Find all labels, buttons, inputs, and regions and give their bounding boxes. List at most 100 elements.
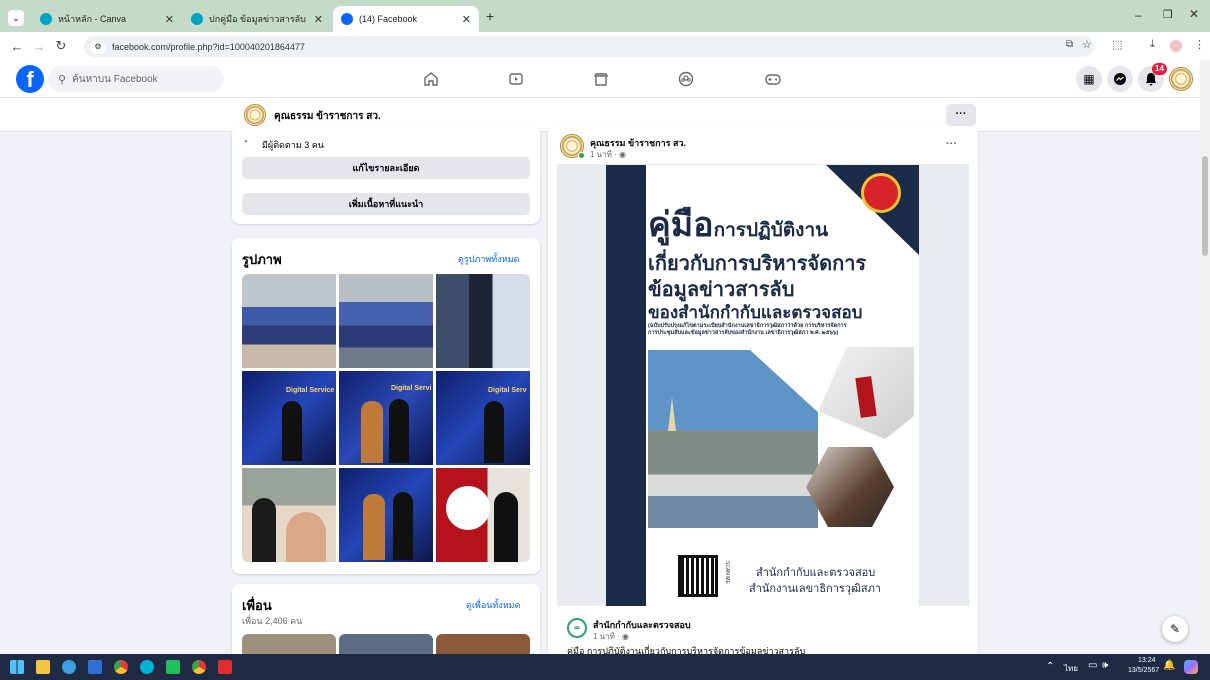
post-time: 1 นาที ·: [590, 150, 620, 159]
restore-icon[interactable]: ❐: [1163, 8, 1173, 21]
menu-grid-icon[interactable]: ▦: [1076, 66, 1102, 92]
person-silhouette: [363, 494, 385, 560]
clock-date[interactable]: 13/5/2567: [1128, 667, 1159, 674]
chrome-icon[interactable]: [114, 660, 128, 674]
close-tab-icon[interactable]: ✕: [462, 13, 471, 26]
line-app-icon[interactable]: [166, 660, 180, 674]
profile-avatar[interactable]: [244, 104, 266, 126]
facebook-search-input[interactable]: ⚲ ค้นหาบน Facebook: [48, 66, 224, 92]
shared-timestamp[interactable]: 1 นาที · ◉: [593, 630, 629, 643]
address-bar[interactable]: ⚙ facebook.com/profile.php?id=1000402018…: [84, 36, 1094, 57]
notification-center-icon[interactable]: 🔔: [1163, 660, 1175, 671]
marketplace-nav-icon[interactable]: [590, 68, 612, 90]
tab-list-dropdown-button[interactable]: ⌄: [8, 10, 24, 26]
profile-name[interactable]: คุณธรรม ข้าราชการ สว.: [274, 109, 381, 124]
add-featured-button[interactable]: เพิ่มเนื้อหาที่แนะนำ: [242, 193, 530, 215]
intro-card: ◔ มีผู้ติดตาม 3 คน แก้ไขรายละเอียด เพิ่ม…: [232, 126, 540, 224]
photo-tile[interactable]: Digital Serv: [436, 371, 530, 465]
chrome-profile-icon[interactable]: [192, 660, 206, 674]
site-info-icon[interactable]: ⚙: [90, 39, 106, 54]
photo-tile-text: Digital Serv: [488, 387, 527, 394]
rss-icon: ◔: [242, 137, 249, 148]
search-placeholder: ค้นหาบน Facebook: [72, 73, 158, 85]
photo-tile[interactable]: [436, 274, 530, 368]
messenger-icon[interactable]: [1107, 66, 1133, 92]
see-all-friends-link[interactable]: ดูเพื่อนทั้งหมด: [466, 598, 520, 612]
friends-count: เพื่อน 2,406 คน: [242, 616, 303, 626]
home-nav-icon[interactable]: [420, 68, 442, 90]
clock-time[interactable]: 13:24: [1138, 657, 1156, 664]
bookmark-star-icon[interactable]: ☆: [1082, 38, 1092, 51]
canva-taskbar-icon[interactable]: [140, 660, 154, 674]
photo-tile[interactable]: [242, 468, 336, 562]
search-icon: ⚲: [58, 73, 67, 86]
language-indicator[interactable]: ไทย: [1064, 662, 1078, 675]
browser-menu-icon[interactable]: ⋮: [1194, 38, 1205, 51]
friends-card: เพื่อน เพื่อน 2,406 คน ดูเพื่อนทั้งหมด: [232, 584, 540, 664]
tray-chevron-icon[interactable]: ⌃: [1046, 661, 1054, 672]
close-window-icon[interactable]: ✕: [1189, 7, 1199, 21]
photo-tile[interactable]: [339, 468, 433, 562]
new-tab-plus-icon[interactable]: +: [486, 8, 494, 24]
account-avatar[interactable]: [1169, 67, 1193, 91]
tab-docs[interactable]: ปกคู่มือ ข้อมูลข่าวสารลับ - เอกสาร ✕: [183, 6, 331, 32]
back-arrow-icon[interactable]: ←: [6, 39, 28, 54]
notification-badge: 14: [1152, 63, 1167, 75]
tab-canva[interactable]: หน้าหลัก - Canva ✕: [32, 6, 182, 32]
new-message-button[interactable]: ✎: [1162, 616, 1188, 642]
poster-building-photo: [648, 350, 818, 528]
post-image[interactable]: คู่มือการปฏิบัติงาน เกี่ยวกับการบริหารจั…: [557, 164, 969, 606]
edge-icon[interactable]: [62, 660, 76, 674]
groups-nav-icon[interactable]: [675, 68, 697, 90]
close-tab-icon[interactable]: ✕: [314, 13, 323, 26]
shared-time: 1 นาที ·: [593, 632, 623, 641]
edit-details-button[interactable]: แก้ไขรายละเอียด: [242, 157, 530, 179]
browser-tab-strip: ⌄ หน้าหลัก - Canva ✕ ปกคู่มือ ข้อมูลข่าว…: [0, 0, 1210, 34]
photo-tile[interactable]: [436, 468, 530, 562]
globe-icon: ◉: [622, 632, 629, 641]
photo-tile[interactable]: Digital Service: [242, 371, 336, 465]
pdf-app-icon[interactable]: [218, 660, 232, 674]
shared-page-avatar-icon[interactable]: ∞: [567, 618, 587, 638]
page-scrollbar-thumb[interactable]: [1202, 156, 1208, 256]
photos-card: รูปภาพ ดูรูปภาพทั้งหมด Digital Service D…: [232, 238, 540, 574]
person-silhouette: [393, 492, 413, 560]
post-options-button[interactable]: ···: [946, 138, 957, 150]
post-timestamp[interactable]: 1 นาที · ◉: [590, 148, 626, 161]
online-status-dot: [578, 152, 585, 159]
photo-tile[interactable]: Digital Servi: [339, 371, 433, 465]
photo-tile[interactable]: [339, 274, 433, 368]
volume-icon[interactable]: 🕪: [1102, 660, 1108, 671]
copilot-icon[interactable]: [1184, 660, 1198, 674]
video-nav-icon[interactable]: [505, 68, 527, 90]
profile-avatar-icon[interactable]: [1170, 40, 1182, 52]
facebook-logo-icon[interactable]: f: [16, 65, 44, 93]
minimize-icon[interactable]: –: [1135, 8, 1142, 22]
poster-small-print: (ฉบับปรับปรุงแก้ไขตามระเบียบสำนักงานเลขา…: [648, 323, 847, 336]
notes-app-icon[interactable]: [88, 660, 102, 674]
reload-icon[interactable]: ↻: [50, 38, 72, 54]
tab-title: ปกคู่มือ ข้อมูลข่าวสารลับ - เอกสาร: [209, 14, 308, 24]
photo-tile[interactable]: [242, 274, 336, 368]
poster-title-rest: การปฏิบัติงาน: [713, 220, 829, 241]
person-silhouette: [494, 492, 518, 562]
qr-code-icon: [678, 555, 718, 597]
translate-icon[interactable]: ⧉: [1066, 39, 1073, 50]
facebook-favicon-icon: [341, 13, 353, 25]
windows-start-icon[interactable]: [10, 660, 24, 674]
tab-title: (14) Facebook: [359, 14, 418, 24]
download-icon[interactable]: ⤓: [1150, 38, 1155, 51]
see-all-photos-link[interactable]: ดูรูปภาพทั้งหมด: [458, 252, 519, 266]
page-scrollbar[interactable]: [1200, 60, 1210, 654]
person-face: [286, 512, 326, 562]
extensions-icon[interactable]: ⬚: [1112, 38, 1122, 51]
poster-title-line4: ของสำนักกำกับและตรวจสอบ: [648, 303, 863, 322]
more-options-button[interactable]: ···: [946, 104, 976, 126]
close-tab-icon[interactable]: ✕: [165, 13, 174, 26]
tab-facebook[interactable]: (14) Facebook ✕: [333, 6, 479, 32]
poster-navy-band: [606, 165, 646, 606]
network-icon[interactable]: ▭: [1088, 660, 1097, 671]
file-explorer-icon[interactable]: [36, 660, 50, 674]
forward-arrow-icon[interactable]: →: [28, 39, 50, 54]
gaming-nav-icon[interactable]: [762, 68, 784, 90]
